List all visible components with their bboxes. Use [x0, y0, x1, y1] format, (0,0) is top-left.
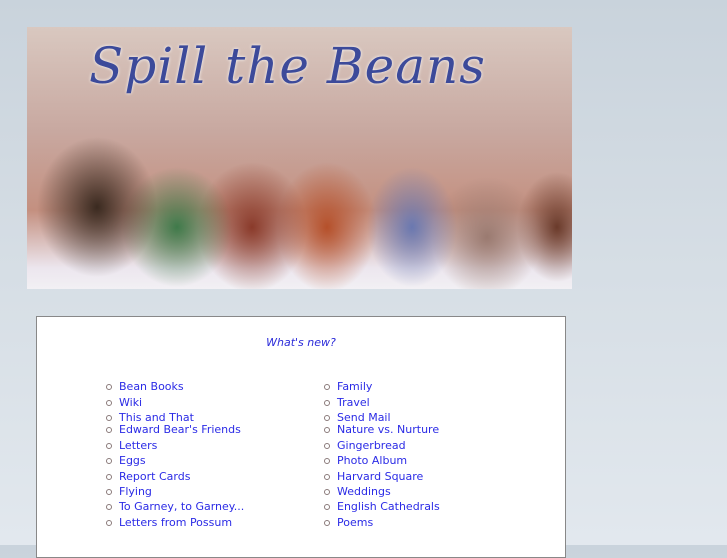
list-item-link[interactable]: Report Cards: [105, 470, 190, 484]
list-item-link[interactable]: Letters from Possum: [105, 516, 232, 530]
list-item-link[interactable]: Gingerbread: [324, 439, 406, 453]
list-item-link[interactable]: English Cathedrals: [324, 500, 440, 514]
list-item-link[interactable]: To Garney, to Garney...: [105, 500, 244, 514]
list-item-link[interactable]: Harvard Square: [323, 470, 423, 484]
header-banner-photo: Spill the Beans: [27, 27, 572, 289]
site-title: Spill the Beans: [89, 37, 486, 95]
list-item-link[interactable]: Poems: [323, 516, 373, 530]
list-item-link[interactable]: Eggs: [106, 454, 146, 468]
list-item-link[interactable]: Weddings: [324, 485, 391, 499]
list-item-link[interactable]: Bean Books: [106, 380, 184, 394]
content-panel: What's new? Bean Books Wiki This and Tha…: [36, 316, 566, 558]
list-item-link[interactable]: Nature vs. Nurture: [323, 423, 439, 437]
list-item-link[interactable]: Letters: [105, 439, 157, 453]
list-item-link[interactable]: Edward Bear's Friends: [106, 423, 241, 437]
list-item-link[interactable]: Wiki: [105, 396, 142, 410]
list-item-link[interactable]: Photo Album: [323, 454, 407, 468]
list-item-link[interactable]: Travel: [324, 396, 370, 410]
whats-new-link[interactable]: What's new?: [37, 336, 565, 349]
list-item-link[interactable]: Family: [323, 380, 372, 394]
list-item-link[interactable]: Flying: [106, 485, 152, 499]
